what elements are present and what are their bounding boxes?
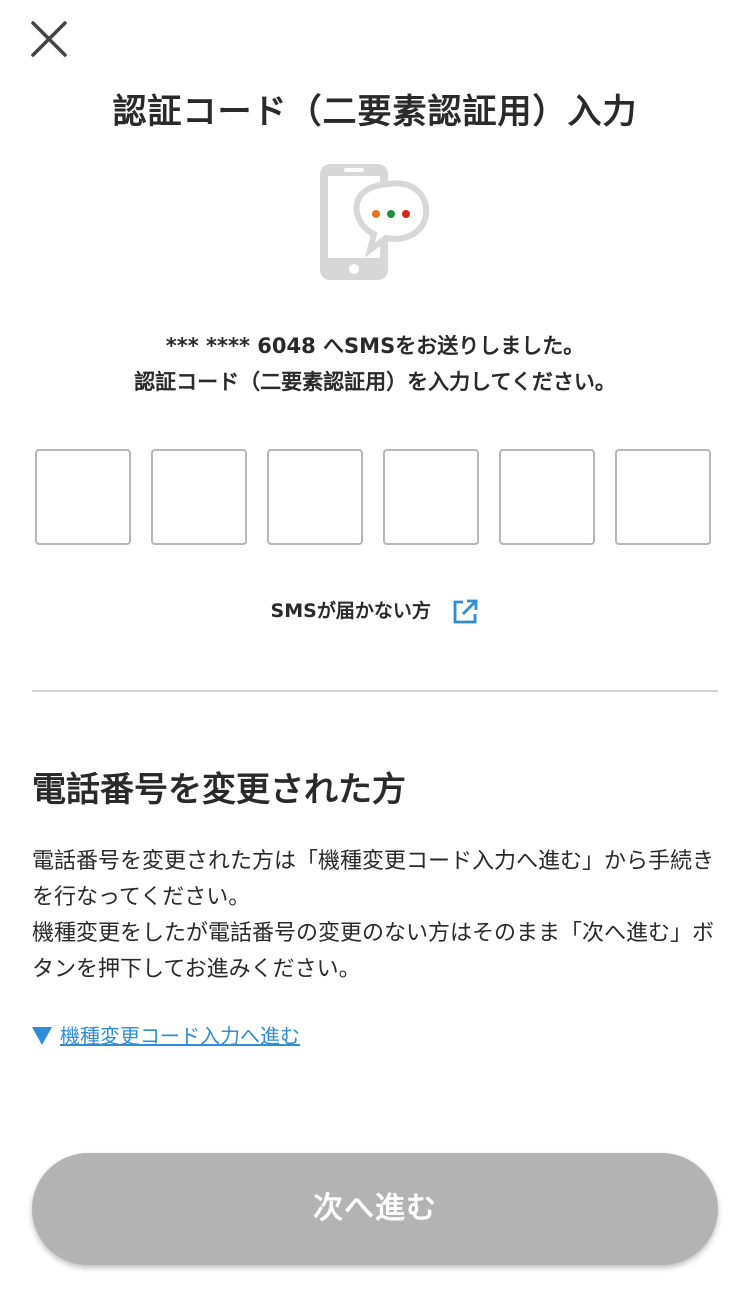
phone-change-paragraph-2: 機種変更をしたが電話番号の変更のない方はそのまま「次へ進む」ボタンを押下してお進… — [32, 921, 715, 982]
section-divider — [32, 690, 718, 692]
phone-change-description: 電話番号を変更された方は「機種変更コード入力へ進む」から手続きを行なってください… — [32, 844, 722, 988]
dot-orange — [372, 210, 380, 218]
phone-sms-icon — [320, 164, 430, 280]
code-input-1[interactable] — [37, 451, 133, 545]
page-title: 認証コード（二要素認証用）入力 — [112, 92, 638, 132]
sms-sent-message: *** **** 6048 へSMSをお送りしました。 認証コード（二要素認証用… — [0, 328, 750, 400]
code-box-2 — [151, 449, 249, 545]
phone-change-heading: 電話番号を変更された方 — [32, 770, 406, 810]
sms-sent-line: *** **** 6048 へSMSをお送りしました。 — [165, 334, 585, 358]
next-button[interactable]: 次へ進む — [32, 1153, 718, 1265]
code-input-2[interactable] — [153, 451, 249, 545]
device-change-code-link[interactable]: 機種変更コード入力へ進む — [32, 1020, 300, 1049]
code-input-3[interactable] — [269, 451, 365, 545]
external-link-icon — [454, 599, 478, 623]
code-box-5 — [499, 449, 597, 545]
dot-green — [387, 210, 395, 218]
code-input-5[interactable] — [501, 451, 597, 545]
sms-not-received-label: SMSが届かない方 — [270, 600, 431, 622]
triangle-down-icon — [32, 1026, 52, 1045]
device-change-code-label: 機種変更コード入力へ進む — [60, 1024, 300, 1048]
close-icon[interactable] — [30, 20, 68, 58]
code-box-1 — [35, 449, 133, 545]
phone-change-paragraph-1: 電話番号を変更された方は「機種変更コード入力へ進む」から手続きを行なってください… — [32, 849, 715, 910]
code-box-3 — [267, 449, 365, 545]
code-input-4[interactable] — [385, 451, 481, 545]
code-input-group — [35, 449, 715, 549]
code-input-6[interactable] — [617, 451, 713, 545]
code-box-6 — [615, 449, 713, 545]
enter-code-line: 認証コード（二要素認証用）を入力してください。 — [134, 370, 616, 394]
code-box-4 — [383, 449, 481, 545]
sms-not-received-link[interactable]: SMSが届かない方 — [0, 596, 750, 626]
dot-red — [402, 210, 410, 218]
